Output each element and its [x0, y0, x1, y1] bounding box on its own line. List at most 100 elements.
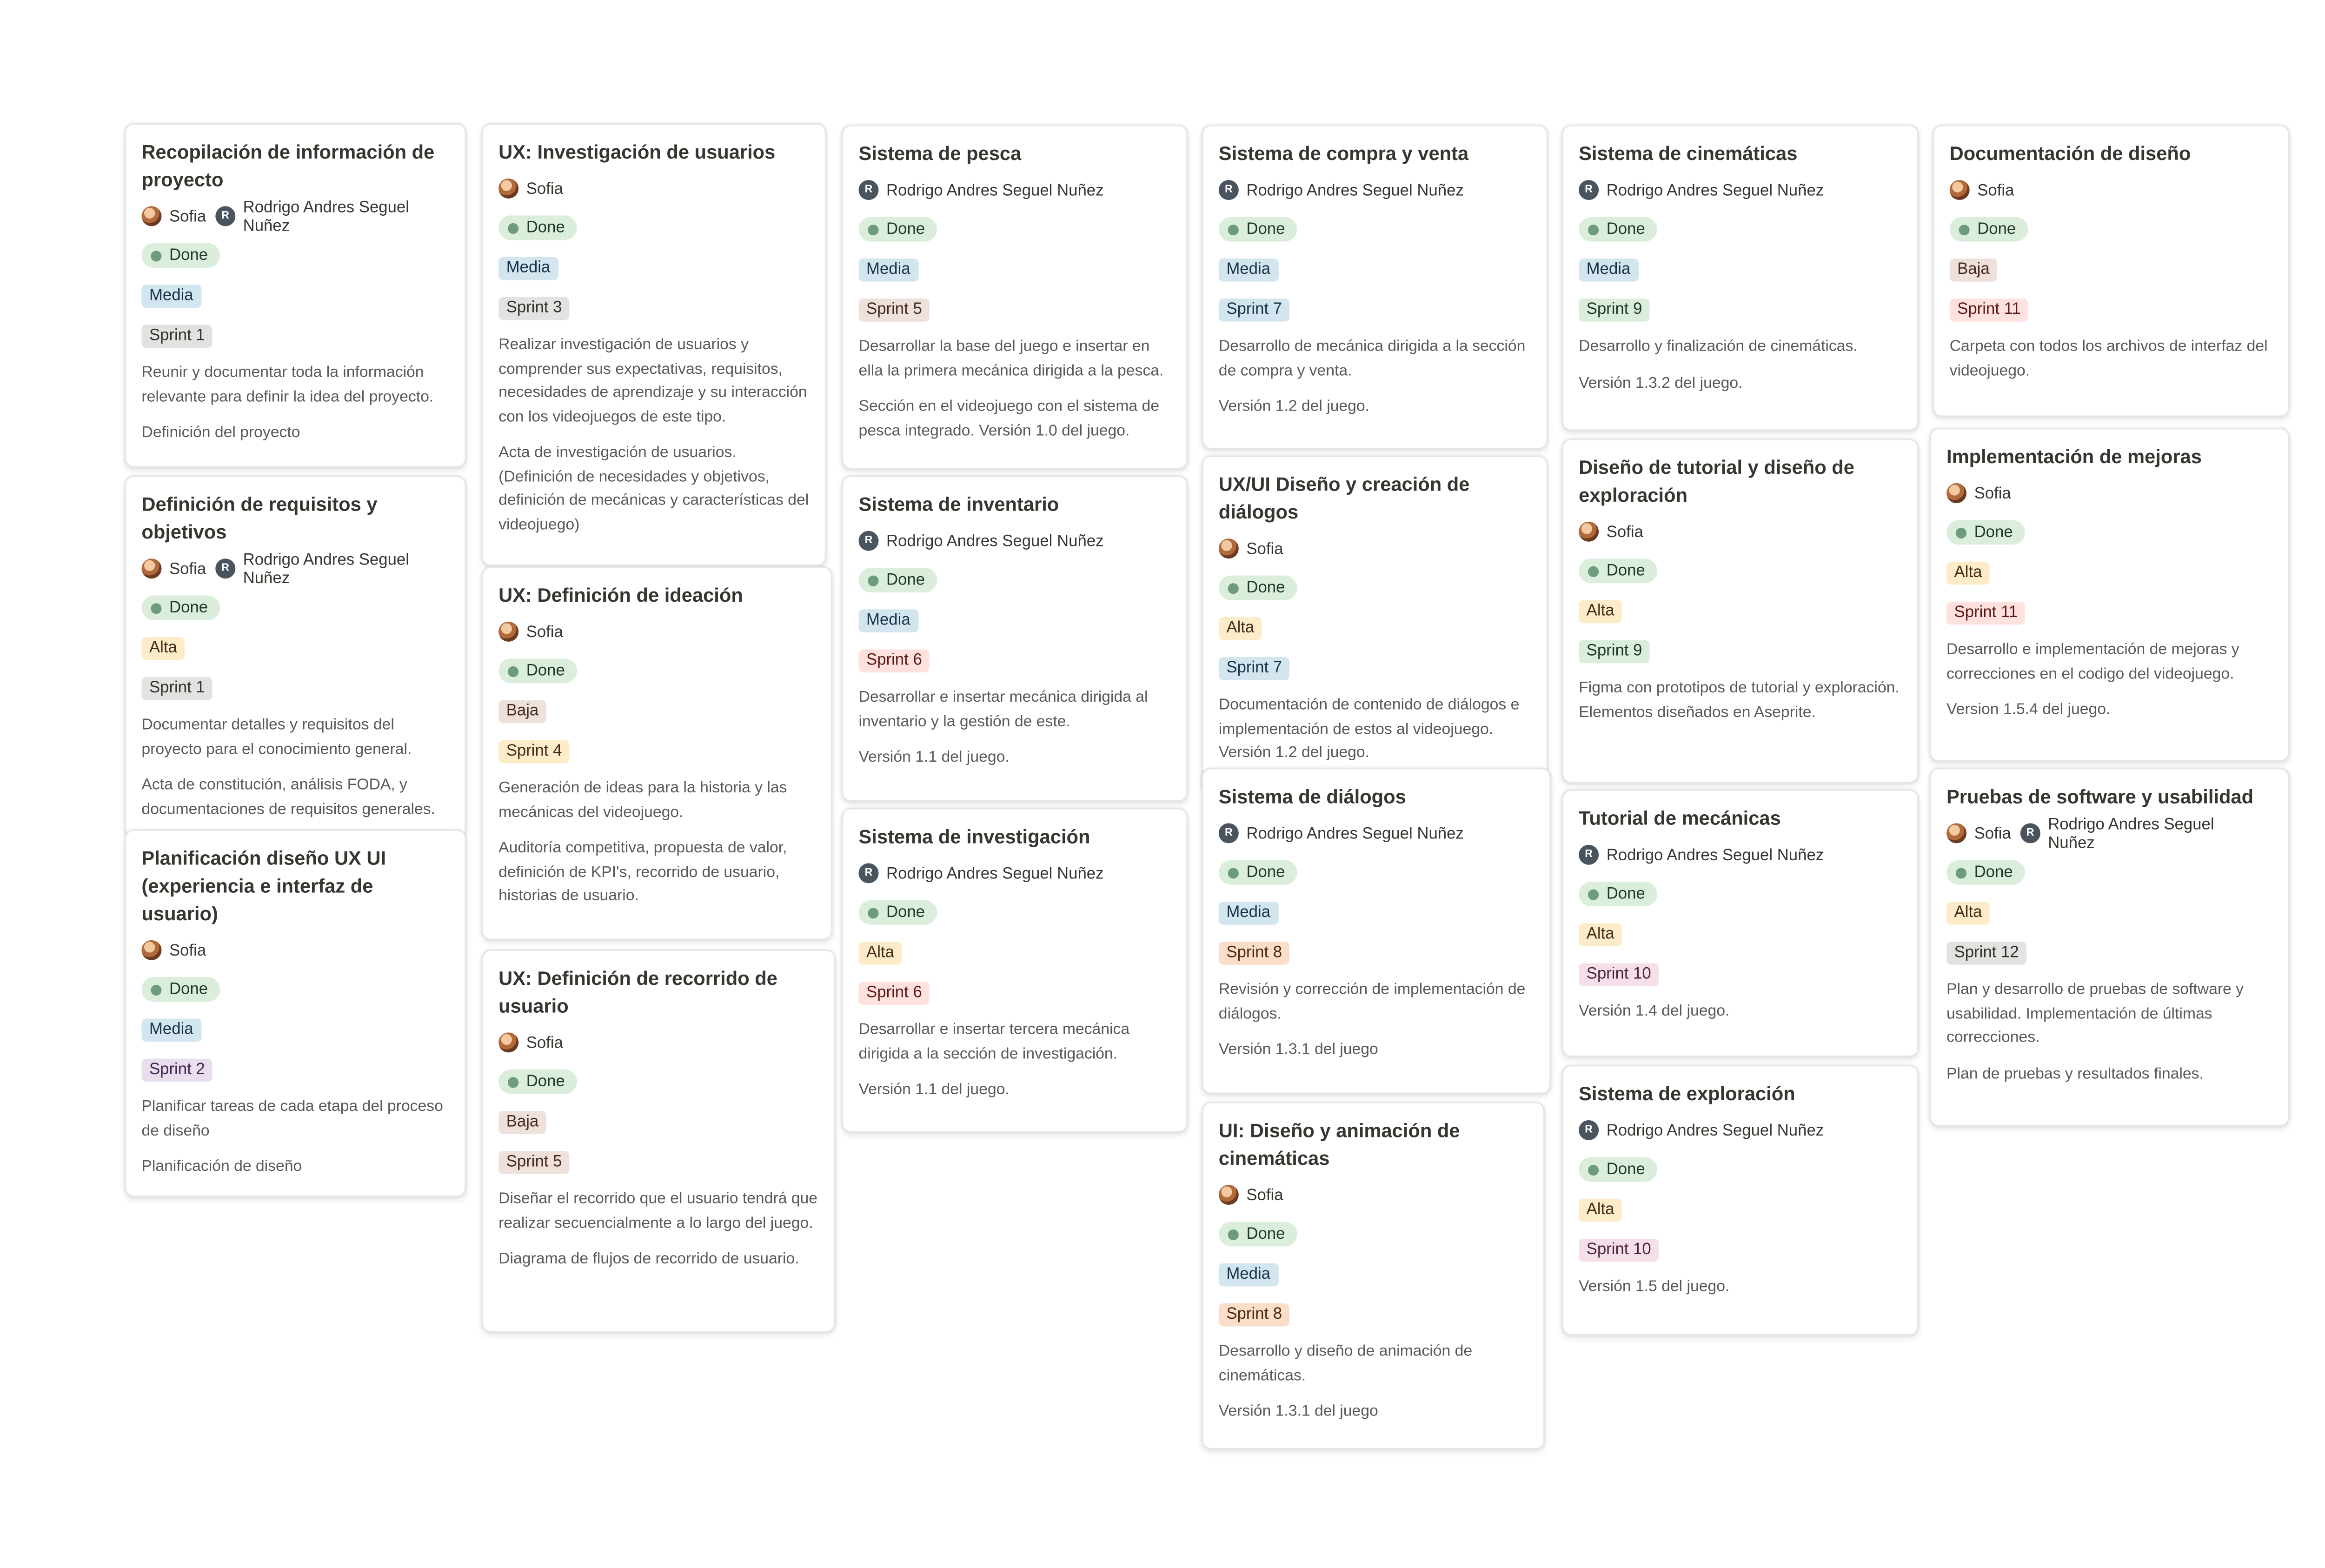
card-title: Tutorial de mecánicas — [1579, 808, 1781, 830]
priority-tag: Baja — [498, 1110, 546, 1134]
assignees: R Rodrigo Andres Seguel Nuñez — [858, 177, 1171, 203]
task-card[interactable]: Diseño de tutorial y diseño de exploraci… — [1561, 439, 1919, 784]
priority-tag: Baja — [498, 699, 546, 723]
status-badge: Done — [1218, 217, 1297, 242]
card-description: Desarrollo y diseño de animación de cine… — [1218, 1343, 1473, 1384]
task-card[interactable]: Pruebas de software y usabilidad Sofia R Ro… — [1929, 768, 2290, 1127]
task-card[interactable]: UI: Diseño y animación de cinemáticas Sof… — [1202, 1102, 1545, 1450]
task-card[interactable]: Planificación diseño UX UI (experiencia … — [125, 829, 466, 1196]
status-label: Done — [1606, 884, 1645, 904]
assignee: Sofia — [1218, 1185, 1283, 1205]
priority-row: Alta — [858, 939, 1171, 967]
priority-row: Alta — [1579, 920, 1902, 948]
assignee: Sofia — [1949, 180, 2014, 200]
card-description: Carpeta con todos los archivos de interf… — [1949, 339, 2268, 379]
card-description: Plan y desarrollo de pruebas de software… — [1946, 982, 2244, 1047]
card-deliverable: Versión 1.3.1 del juego — [1218, 1403, 1378, 1421]
status-dot-icon — [151, 602, 162, 613]
card-deliverable: Diagrama de flujos de recorrido de usuar… — [498, 1251, 799, 1268]
status-badge: Done — [1946, 520, 2026, 545]
task-card[interactable]: Sistema de pesca R Rodrigo Andres Seguel N… — [842, 125, 1188, 470]
task-card[interactable]: UX/UI Diseño y creación de diálogos Sofia… — [1202, 455, 1548, 792]
card-deliverable: Version 1.5.4 del juego. — [1946, 701, 2111, 719]
priority-row: Media — [1218, 1260, 1528, 1288]
task-card[interactable]: Sistema de exploración R Rodrigo Andres Se… — [1561, 1064, 1919, 1336]
card-title: Implementación de mejoras — [1946, 446, 2202, 468]
status-badge: Done — [1579, 558, 1658, 584]
task-card[interactable]: Tutorial de mecánicas R Rodrigo Andres Seg… — [1561, 789, 1919, 1057]
assignee-name: Rodrigo Andres Seguel Nuñez — [886, 864, 1104, 883]
assignee: R Rodrigo Andres Seguel Nuñez — [1579, 1120, 1824, 1141]
avatar — [141, 558, 162, 579]
priority-tag: Media — [1218, 1262, 1278, 1286]
card-title: Sistema de investigación — [858, 826, 1090, 848]
task-card[interactable]: UX: Definición de ideación Sofia Done Baja S… — [481, 566, 833, 940]
assignees: Sofia — [498, 1030, 818, 1056]
status-dot-icon — [1228, 867, 1239, 878]
sprint-tag: Sprint 9 — [1579, 639, 1650, 663]
priority-row: Media — [858, 606, 1171, 634]
sprint-tag: Sprint 3 — [498, 296, 570, 319]
assignee: Sofia — [1946, 823, 2011, 844]
task-card[interactable]: UX: Definición de recorrido de usuario So… — [481, 949, 836, 1333]
status-dot-icon — [508, 665, 519, 677]
status-dot-icon — [1228, 1229, 1239, 1240]
card-description: Desarrollo e implementación de mejoras y… — [1946, 641, 2239, 683]
card-description: Desarrollo de mecánica dirigida a la sec… — [1218, 339, 1526, 379]
task-card[interactable]: Documentación de diseño Sofia Done Baja Spri… — [1933, 125, 2290, 417]
priority-row: Media — [498, 254, 809, 282]
status-row: Done — [1579, 1156, 1902, 1183]
priority-tag: Baja — [1949, 258, 1998, 281]
sprint-tag: Sprint 6 — [858, 981, 930, 1004]
sprint-tag: Sprint 1 — [141, 676, 213, 699]
status-dot-icon — [1588, 889, 1599, 900]
status-dot-icon — [868, 574, 879, 586]
sprint-tag: Sprint 7 — [1218, 656, 1290, 679]
priority-row: Alta — [1579, 597, 1902, 625]
card-title: Definición de requisitos y objetivos — [141, 494, 378, 544]
assignee: R Rodrigo Andres Seguel Nuñez — [858, 863, 1104, 884]
sprint-tag: Sprint 5 — [858, 298, 930, 321]
priority-row: Alta — [1946, 899, 2273, 927]
status-row: Done — [1579, 215, 1902, 243]
task-card[interactable]: Sistema de diálogos R Rodrigo Andres Segue… — [1202, 768, 1551, 1094]
card-title: Planificación diseño UX UI (experiencia … — [141, 848, 386, 925]
priority-row: Alta — [1579, 1196, 1902, 1223]
avatar: R — [858, 863, 879, 884]
status-row: Done — [1218, 1220, 1528, 1248]
task-card[interactable]: Sistema de inventario R Rodrigo Andres Seg… — [842, 475, 1188, 802]
assignees: R Rodrigo Andres Seguel Nuñez — [1579, 842, 1902, 868]
task-card[interactable]: Definición de requisitos y objetivos Sofi… — [125, 475, 466, 839]
task-card[interactable]: Sistema de investigación R Rodrigo Andres … — [842, 808, 1188, 1133]
priority-row: Baja — [498, 1108, 818, 1136]
task-card[interactable]: UX: Investigación de usuarios Sofia Done Me… — [481, 123, 826, 566]
status-dot-icon — [868, 224, 879, 235]
avatar — [141, 940, 162, 960]
status-label: Done — [1246, 578, 1285, 597]
task-card[interactable]: Recopilación de información de proyecto S… — [125, 123, 466, 468]
status-row: Done — [1218, 574, 1531, 602]
avatar — [1946, 483, 1967, 504]
assignee: R Rodrigo Andres Seguel Nuñez — [2020, 815, 2264, 852]
avatar: R — [1218, 823, 1239, 844]
status-badge: Done — [498, 658, 578, 684]
priority-row: Alta — [1946, 558, 2273, 586]
priority-row: Media — [1218, 255, 1531, 283]
card-deliverable: Acta de constitución, análisis FODA, y d… — [141, 777, 436, 818]
card-deliverable: Versión 1.1 del juego. — [858, 749, 1010, 766]
status-label: Done — [1977, 220, 2016, 239]
card-title: UX: Definición de ideación — [498, 585, 743, 606]
status-dot-icon — [1588, 565, 1599, 577]
task-card[interactable]: Sistema de cinemáticas R Rodrigo Andres Se… — [1561, 125, 1919, 431]
status-label: Done — [886, 571, 925, 590]
priority-tag: Media — [1579, 258, 1638, 281]
sprint-row: Sprint 9 — [1579, 637, 1902, 665]
status-badge: Done — [498, 215, 578, 240]
status-badge: Done — [858, 900, 937, 925]
task-card[interactable]: Implementación de mejoras Sofia Done Alta Sp… — [1929, 427, 2290, 762]
card-title: Documentación de diseño — [1949, 143, 2191, 165]
assignee: R Rodrigo Andres Seguel Nuñez — [1218, 180, 1464, 200]
sprint-tag: Sprint 8 — [1218, 941, 1290, 964]
status-label: Done — [169, 980, 208, 999]
task-card[interactable]: Sistema de compra y venta R Rodrigo Andres… — [1202, 125, 1548, 450]
